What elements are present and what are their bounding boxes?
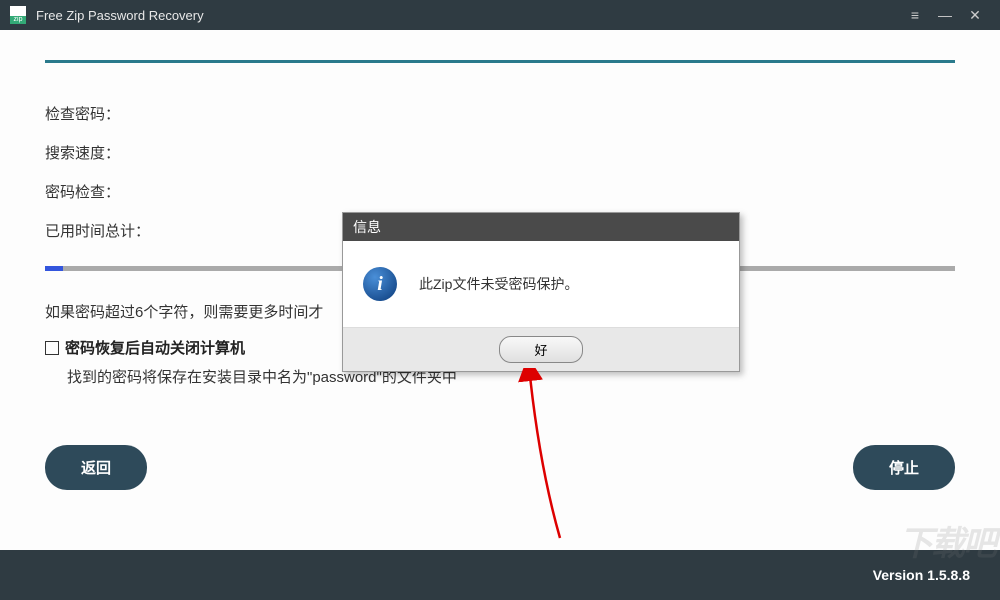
info-icon: i — [363, 267, 397, 301]
dialog-message: 此Zip文件未受密码保护。 — [419, 274, 578, 294]
info-dialog: 信息 i 此Zip文件未受密码保护。 好 — [342, 212, 740, 372]
dialog-overlay: 信息 i 此Zip文件未受密码保护。 好 — [0, 0, 1000, 600]
dialog-title: 信息 — [343, 213, 739, 241]
dialog-actions: 好 — [343, 327, 739, 371]
ok-button[interactable]: 好 — [499, 336, 582, 363]
dialog-body: i 此Zip文件未受密码保护。 — [343, 241, 739, 327]
